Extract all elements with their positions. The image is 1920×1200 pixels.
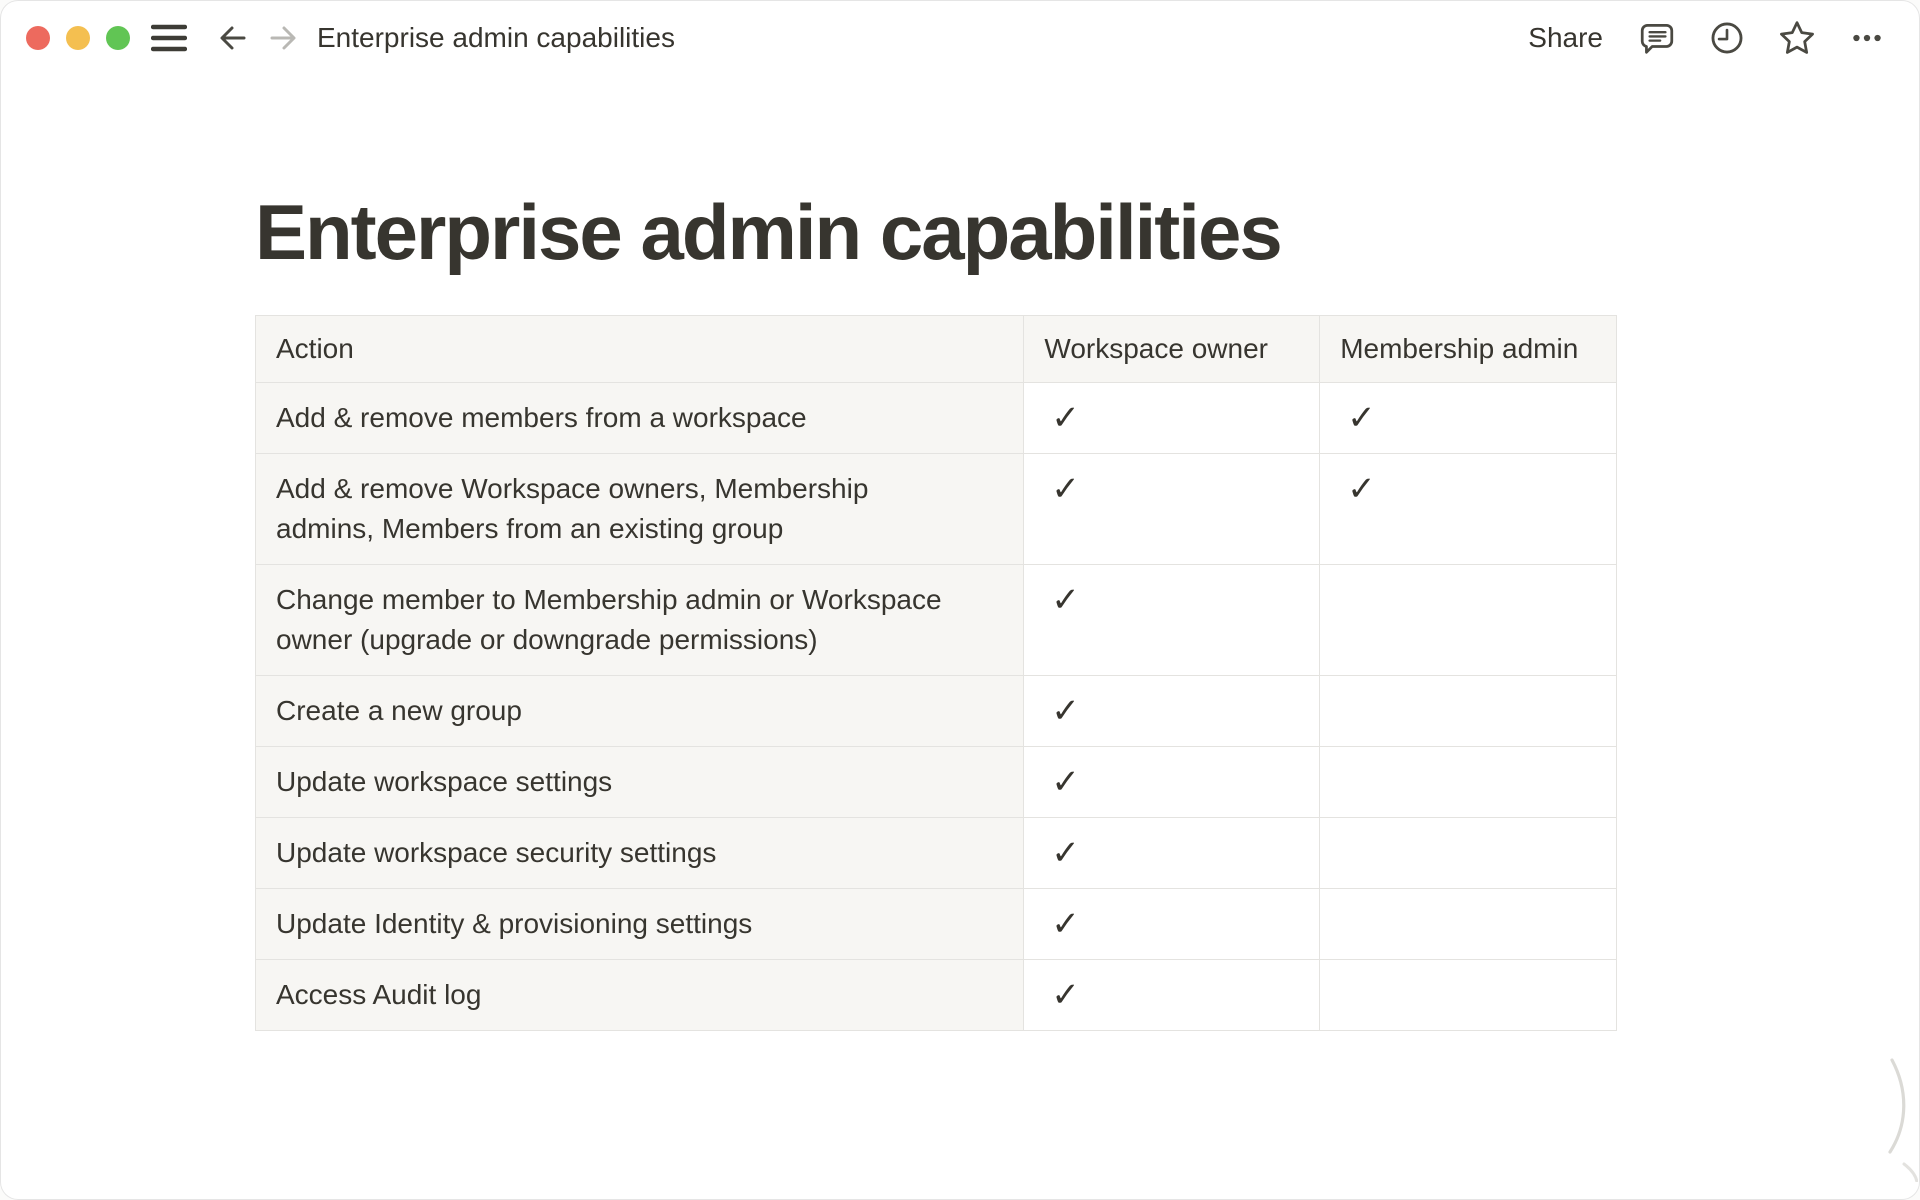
forward-arrow-icon[interactable] [263, 16, 303, 60]
minimize-window-button[interactable] [66, 26, 90, 50]
table-row: Change member to Membership admin or Wor… [256, 565, 1617, 676]
workspace-owner-check-cell[interactable]: ✓ [1024, 454, 1320, 565]
action-cell[interactable]: Update workspace security settings [256, 818, 1024, 889]
membership-admin-check-cell[interactable] [1320, 818, 1617, 889]
membership-admin-check-cell[interactable]: ✓ [1320, 383, 1617, 454]
column-header-membership-admin[interactable]: Membership admin [1320, 316, 1617, 383]
back-arrow-icon[interactable] [213, 16, 253, 60]
action-cell[interactable]: Change member to Membership admin or Wor… [256, 565, 1024, 676]
table-row: Add & remove members from a workspace ✓ … [256, 383, 1617, 454]
membership-admin-check-cell[interactable] [1320, 565, 1617, 676]
ellipsis-more-icon[interactable] [1847, 16, 1887, 60]
workspace-owner-check-cell[interactable]: ✓ [1024, 676, 1320, 747]
decorative-curve [1878, 1052, 1918, 1182]
topbar: Enterprise admin capabilities Share [0, 0, 1920, 76]
action-cell[interactable]: Add & remove members from a workspace [256, 383, 1024, 454]
workspace-owner-check-cell[interactable]: ✓ [1024, 747, 1320, 818]
close-window-button[interactable] [26, 26, 50, 50]
share-button[interactable]: Share [1524, 16, 1607, 60]
workspace-owner-check-cell[interactable]: ✓ [1024, 889, 1320, 960]
table-row: Add & remove Workspace owners, Membershi… [256, 454, 1617, 565]
action-cell[interactable]: Update Identity & provisioning settings [256, 889, 1024, 960]
workspace-owner-check-cell[interactable]: ✓ [1024, 818, 1320, 889]
table-row: Access Audit log ✓ [256, 960, 1617, 1031]
membership-admin-check-cell[interactable] [1320, 960, 1617, 1031]
zoom-window-button[interactable] [106, 26, 130, 50]
page-content: Enterprise admin capabilities Action Wor… [0, 185, 1920, 1031]
table-row: Update workspace security settings ✓ [256, 818, 1617, 889]
hamburger-menu-icon[interactable] [149, 16, 189, 60]
action-cell[interactable]: Create a new group [256, 676, 1024, 747]
membership-admin-check-cell[interactable] [1320, 676, 1617, 747]
table-row: Create a new group ✓ [256, 676, 1617, 747]
action-cell[interactable]: Update workspace settings [256, 747, 1024, 818]
comment-bubble-icon[interactable] [1637, 16, 1677, 60]
clock-history-icon[interactable] [1707, 16, 1747, 60]
star-favorite-icon[interactable] [1777, 16, 1817, 60]
action-cell[interactable]: Add & remove Workspace owners, Membershi… [256, 454, 1024, 565]
table-row: Update workspace settings ✓ [256, 747, 1617, 818]
workspace-owner-check-cell[interactable]: ✓ [1024, 565, 1320, 676]
column-header-action[interactable]: Action [256, 316, 1024, 383]
workspace-owner-check-cell[interactable]: ✓ [1024, 383, 1320, 454]
notion-window: Enterprise admin capabilities Share [0, 0, 1920, 1200]
capabilities-table: Action Workspace owner Membership admin … [255, 315, 1617, 1031]
membership-admin-check-cell[interactable] [1320, 889, 1617, 960]
table-row: Update Identity & provisioning settings … [256, 889, 1617, 960]
table-header-row: Action Workspace owner Membership admin [256, 316, 1617, 383]
column-header-workspace-owner[interactable]: Workspace owner [1024, 316, 1320, 383]
traffic-lights [26, 26, 130, 50]
membership-admin-check-cell[interactable] [1320, 747, 1617, 818]
membership-admin-check-cell[interactable]: ✓ [1320, 454, 1617, 565]
topbar-actions: Share [1524, 16, 1887, 60]
action-cell[interactable]: Access Audit log [256, 960, 1024, 1031]
breadcrumb[interactable]: Enterprise admin capabilities [317, 0, 675, 76]
workspace-owner-check-cell[interactable]: ✓ [1024, 960, 1320, 1031]
page-title[interactable]: Enterprise admin capabilities [255, 185, 1920, 279]
